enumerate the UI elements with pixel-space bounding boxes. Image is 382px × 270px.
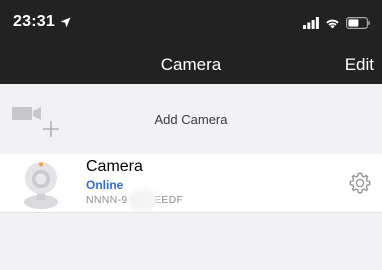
add-camera-label: Add Camera xyxy=(154,112,228,127)
page-title: Camera xyxy=(160,55,222,74)
status-time: 23:31 xyxy=(13,13,55,30)
list-divider xyxy=(0,212,382,213)
camera-name: Camera xyxy=(86,158,143,175)
camera-status: Online xyxy=(86,178,124,192)
top-bar: 23:31 Camera Edit xyxy=(0,0,382,84)
camera-list-item[interactable]: Camera Online NNNN-9 99-EEEDF xyxy=(0,154,382,212)
camera-device-icon xyxy=(24,162,58,209)
add-camera-row[interactable]: Add Camera xyxy=(0,96,382,142)
wifi-icon xyxy=(326,19,339,29)
location-arrow-icon xyxy=(60,17,71,28)
gear-icon[interactable] xyxy=(348,171,372,195)
edit-button[interactable]: Edit xyxy=(345,55,374,75)
redaction-blur xyxy=(128,189,158,211)
status-indicators xyxy=(303,16,370,30)
signal-icon xyxy=(303,17,319,29)
battery-icon xyxy=(346,17,370,29)
app-screen: 23:31 Camera Edit Add Camera Camera Onli… xyxy=(0,0,382,270)
